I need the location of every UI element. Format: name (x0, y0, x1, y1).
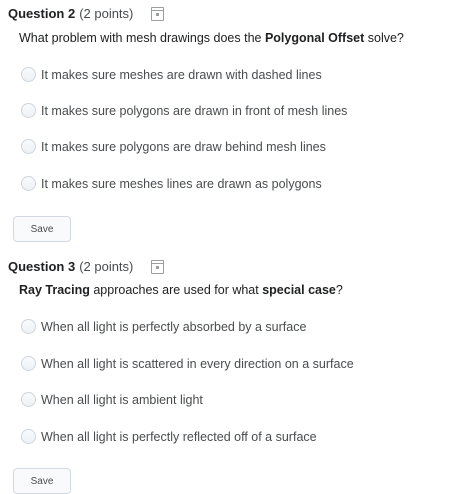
answer-option[interactable]: When all light is perfectly reflected of… (21, 429, 317, 444)
option-label: When all light is perfectly absorbed by … (41, 319, 307, 334)
save-button[interactable]: Save (13, 216, 71, 242)
option-label: When all light is ambient light (41, 392, 203, 407)
answer-option[interactable]: When all light is perfectly absorbed by … (21, 319, 306, 334)
question-prompt: Ray Tracing approaches are used for what… (19, 283, 343, 297)
radio-button[interactable] (21, 392, 36, 407)
option-label: When all light is perfectly reflected of… (41, 429, 317, 444)
prompt-keyword: Polygonal Offset (264, 31, 365, 45)
question-3-header: Question 3 (2 points) (8, 259, 165, 274)
save-button[interactable]: Save (13, 468, 71, 494)
radio-button[interactable] (21, 103, 36, 118)
answer-option[interactable]: It makes sure polygons are draw behind m… (21, 139, 326, 154)
radio-button[interactable] (21, 319, 36, 334)
option-label: It makes sure polygons are drawn in fron… (41, 103, 348, 118)
radio-button[interactable] (21, 429, 36, 444)
question-prompt: What problem with mesh drawings does the… (19, 31, 404, 45)
answer-option[interactable]: When all light is ambient light (21, 392, 203, 407)
answer-option[interactable]: When all light is scattered in every dir… (21, 356, 354, 371)
bookmark-icon[interactable] (151, 6, 165, 21)
question-points: (2 points) (79, 259, 134, 274)
option-label: It makes sure meshes are drawn with dash… (41, 67, 322, 82)
prompt-text: solve? (364, 31, 404, 45)
question-title: Question 2 (8, 6, 76, 21)
answer-option[interactable]: It makes sure meshes are drawn with dash… (21, 67, 322, 82)
question-title: Question 3 (8, 259, 76, 274)
prompt-keyword: Ray Tracing (19, 283, 90, 297)
question-points: (2 points) (79, 6, 134, 21)
answer-option[interactable]: It makes sure meshes lines are drawn as … (21, 176, 322, 191)
option-label: When all light is scattered in every dir… (41, 356, 354, 371)
prompt-text: ? (335, 283, 343, 297)
radio-button[interactable] (21, 139, 36, 154)
prompt-keyword: special case (262, 283, 336, 297)
option-label: It makes sure polygons are draw behind m… (41, 139, 326, 154)
option-label: It makes sure meshes lines are drawn as … (41, 176, 322, 191)
prompt-text: What problem with mesh drawings does the (19, 31, 265, 45)
radio-button[interactable] (21, 356, 36, 371)
question-2-header: Question 2 (2 points) (8, 6, 165, 21)
prompt-text: approaches are used for what (89, 283, 263, 297)
radio-button[interactable] (21, 176, 36, 191)
bookmark-icon[interactable] (151, 259, 165, 274)
answer-option[interactable]: It makes sure polygons are drawn in fron… (21, 103, 347, 118)
radio-button[interactable] (21, 67, 36, 82)
